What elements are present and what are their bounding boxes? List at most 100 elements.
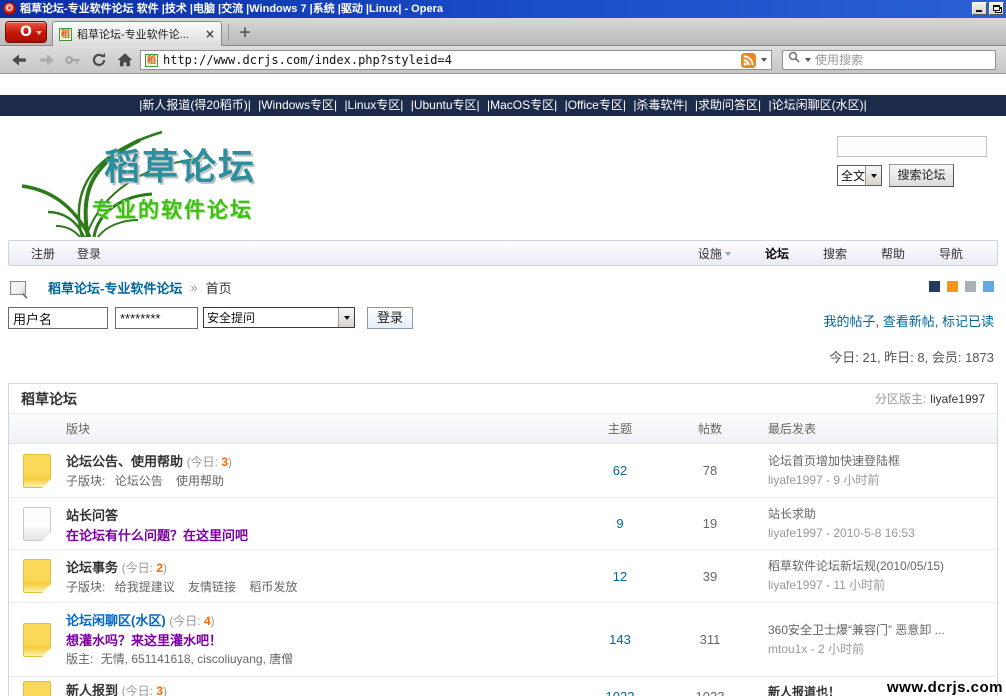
table-row: 论坛公告、使用帮助 (今日: 3) 子版块: 论坛公告 使用帮助 62 78 论… [9,444,997,498]
breadcrumb-site-link[interactable]: 稻草论坛-专业软件论坛 [48,278,182,297]
today-count: 2 [156,561,163,575]
forum-new-posts-icon [23,623,51,657]
style-square-navy[interactable] [929,281,940,292]
last-post-link[interactable]: 站长求助 [768,505,997,524]
nav-office[interactable]: |Office专区| [565,98,626,112]
select-arrow-icon [338,308,354,327]
forum-search-button[interactable]: 搜索论坛 [889,164,954,187]
nav-help[interactable]: |求助问答区| [695,98,761,112]
moderators-links[interactable]: 无情, 651141618, ciscoliuyang, 唐僧 [101,652,294,666]
restore-button[interactable] [989,2,1004,15]
select-arrow-icon [865,166,881,185]
login-link[interactable]: 登录 [77,245,101,262]
mods-label: 版主: [66,652,93,666]
browser-search-box[interactable] [782,50,996,70]
style-square-orange[interactable] [947,281,958,292]
moderator-label: 分区版主: [875,390,926,407]
board-link[interactable]: 论坛事务 [66,560,118,575]
rss-icon[interactable] [741,53,756,68]
forum-search-input[interactable] [837,136,987,157]
reload-button[interactable] [90,51,108,69]
forward-button[interactable] [38,51,56,69]
last-post-link[interactable]: 360安全卫士爆“兼容门” 恶意卸 ... [768,621,997,640]
last-post-meta: mtou1x - 2 小时前 [768,640,997,659]
topic-count: 143 [575,603,665,676]
table-row: 新人报到 (今日: 3) 1022 1023 新人报道也！ [9,677,997,696]
topic-count: 9 [575,498,665,549]
site-top-nav: |新人报道(得20稻币)| |Windows专区| |Linux专区| |Ubu… [0,95,1006,116]
style-square-gray[interactable] [965,281,976,292]
minimize-button[interactable] [972,2,987,15]
back-button[interactable] [10,51,28,69]
opera-app-icon: O [3,2,16,15]
search-scope-select[interactable]: 全文 [837,165,882,186]
nav-newbie[interactable]: |新人报道(得20稻币)| [139,98,251,112]
subforum-link[interactable]: 论坛公告 [115,474,163,488]
rss-dropdown-icon[interactable] [761,58,767,62]
nav-linux[interactable]: |Linux专区| [344,98,403,112]
subforum-link[interactable]: 稻币发放 [249,580,297,594]
forum-new-posts-icon [23,681,51,696]
nav-ubuntu[interactable]: |Ubuntu专区| [411,98,480,112]
moderator-link[interactable]: liyafe1997 [930,392,985,406]
url-field[interactable]: 稻 http://www.dcrjs.com/index.php?styleid… [140,50,772,70]
browse-icon [10,281,26,295]
board-description: 在论坛有什么问题？在这里问吧 [66,526,575,545]
username-field[interactable] [8,307,108,329]
menu-help[interactable]: 帮助 [881,245,905,262]
forum-no-new-icon [23,507,51,541]
subforum-link[interactable]: 使用帮助 [176,474,224,488]
forum-category-box: 稻草论坛 分区版主: liyafe1997 版块 主题 帖数 最后发表 论坛公告… [8,383,998,696]
category-title[interactable]: 稻草论坛 [21,389,875,409]
password-field[interactable] [115,307,198,329]
board-link[interactable]: 站长问答 [66,508,118,523]
board-description: 想灌水吗？来这里灌水吧！ [66,631,575,650]
last-post-link[interactable]: 稻草软件论坛新坛规(2010/05/15) [768,557,997,576]
last-post-link[interactable]: 论坛首页增加快速登陆框 [768,452,997,471]
board-link[interactable]: 论坛公告、使用帮助 [66,454,183,469]
tab-bar: O 稻 稻草论坛-专业软件论... × + [0,18,1006,46]
forum-new-posts-icon [23,454,51,488]
tab-separator [228,24,229,41]
menu-forum[interactable]: 论坛 [765,245,789,262]
forum-menubar: 注册 登录 设施 论坛 搜索 帮助 导航 [8,240,998,266]
window-title: 稻草论坛-专业软件论坛 软件 |技术 |电脑 |交流 |Windows 7 |系… [20,0,443,18]
topic-count: 12 [575,550,665,602]
board-link[interactable]: 新人报到 [66,683,118,696]
chevron-down-icon [36,31,42,35]
chevron-down-icon [725,252,731,256]
col-last: 最后发表 [755,420,997,437]
opera-menu-button[interactable]: O [5,21,47,43]
register-link[interactable]: 注册 [31,245,55,262]
subforum-link[interactable]: 友情链接 [188,580,236,594]
post-count: 1023 [665,677,755,696]
breadcrumb-separator: » [190,280,197,295]
last-post-meta: liyafe1997 - 9 小时前 [768,471,997,490]
new-tab-button[interactable]: + [236,24,254,41]
table-row: 站长问答 在论坛有什么问题？在这里问吧 9 19 站长求助 liyafe1997… [9,498,997,550]
menu-plugins[interactable]: 设施 [698,245,731,262]
home-button[interactable] [116,51,134,69]
board-link[interactable]: 论坛闲聊区(水区) [66,613,166,628]
menu-search[interactable]: 搜索 [823,245,847,262]
my-posts-links[interactable]: 我的帖子, 查看新帖, 标记已读 [824,311,994,330]
search-engine-dropdown-icon[interactable] [805,58,811,62]
browser-search-input[interactable] [815,53,990,67]
style-switcher [929,281,994,292]
site-logo-title: 稻草论坛 [104,138,256,190]
tab-close-icon[interactable]: × [205,28,215,40]
login-submit-button[interactable]: 登录 [367,307,413,329]
nav-water[interactable]: |论坛闲聊区(水区)| [769,98,867,112]
site-header: 稻草论坛 专业的软件论坛 全文 搜索论坛 [0,116,1006,237]
nav-antivirus[interactable]: |杀毒软件| [633,98,687,112]
nav-windows[interactable]: |Windows专区| [258,98,337,112]
browser-tab[interactable]: 稻 稻草论坛-专业软件论... × [52,21,222,46]
wand-key-icon[interactable] [64,51,82,69]
nav-macos[interactable]: |MacOS专区| [487,98,557,112]
subforum-link[interactable]: 给我提建议 [115,580,175,594]
breadcrumb: 稻草论坛-专业软件论坛 » 首页 [10,278,232,297]
today-count: 4 [204,614,211,628]
style-square-blue[interactable] [983,281,994,292]
security-question-select[interactable]: 安全提问 [203,307,355,328]
menu-nav[interactable]: 导航 [939,245,963,262]
